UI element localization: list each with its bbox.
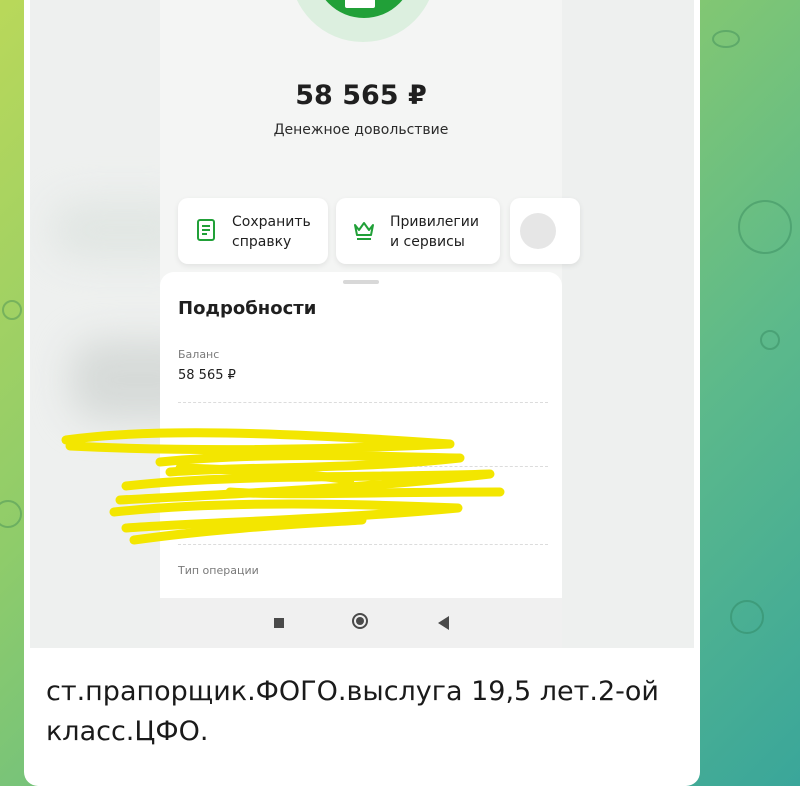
sheet-grab-handle[interactable] [343,280,379,284]
amount: 58 565 ₽ [295,80,427,111]
wallpaper-doodle [760,330,780,350]
details-title: Подробности [178,298,317,319]
field-value: 58 565 ₽ [178,368,236,383]
document-icon [197,219,215,241]
button-label: Сохранить справку [232,214,311,250]
field-label: Тип операции [178,564,259,577]
back-icon[interactable] [438,616,449,630]
divider [178,402,548,403]
wallpaper-doodle [712,30,740,48]
wallpaper-doodle [0,500,22,528]
wallpaper-doodle [730,600,764,634]
message-caption: ст.прапорщик.ФОГО.выслуга 19,5 лет.2-ой … [46,676,659,747]
wallpaper-doodle [2,300,22,320]
save-certificate-button[interactable]: Сохранить справку [178,198,328,264]
placeholder-icon [520,213,556,249]
message-bubble: 58 565 ₽ Денежное довольствие Сохранить … [24,0,700,786]
field-label: Баланс [178,348,220,361]
phone-screenshot: 58 565 ₽ Денежное довольствие Сохранить … [160,0,580,648]
android-nav-bar [160,598,562,648]
divider [178,544,548,545]
home-icon[interactable] [352,613,368,629]
more-actions-button[interactable] [510,198,580,264]
crown-icon [354,222,374,240]
divider [178,466,548,467]
button-label: Привилегии и сервисы [390,214,479,250]
photo-attachment[interactable]: 58 565 ₽ Денежное довольствие Сохранить … [30,0,694,648]
amount-caption: Денежное довольствие [273,122,449,138]
details-sheet: Подробности Баланс 58 565 ₽ Тип операции [160,272,562,598]
recents-icon[interactable] [274,618,284,628]
wallet-icon [345,0,375,8]
privileges-button[interactable]: Привилегии и сервисы [336,198,500,264]
wallpaper-doodle [738,200,792,254]
